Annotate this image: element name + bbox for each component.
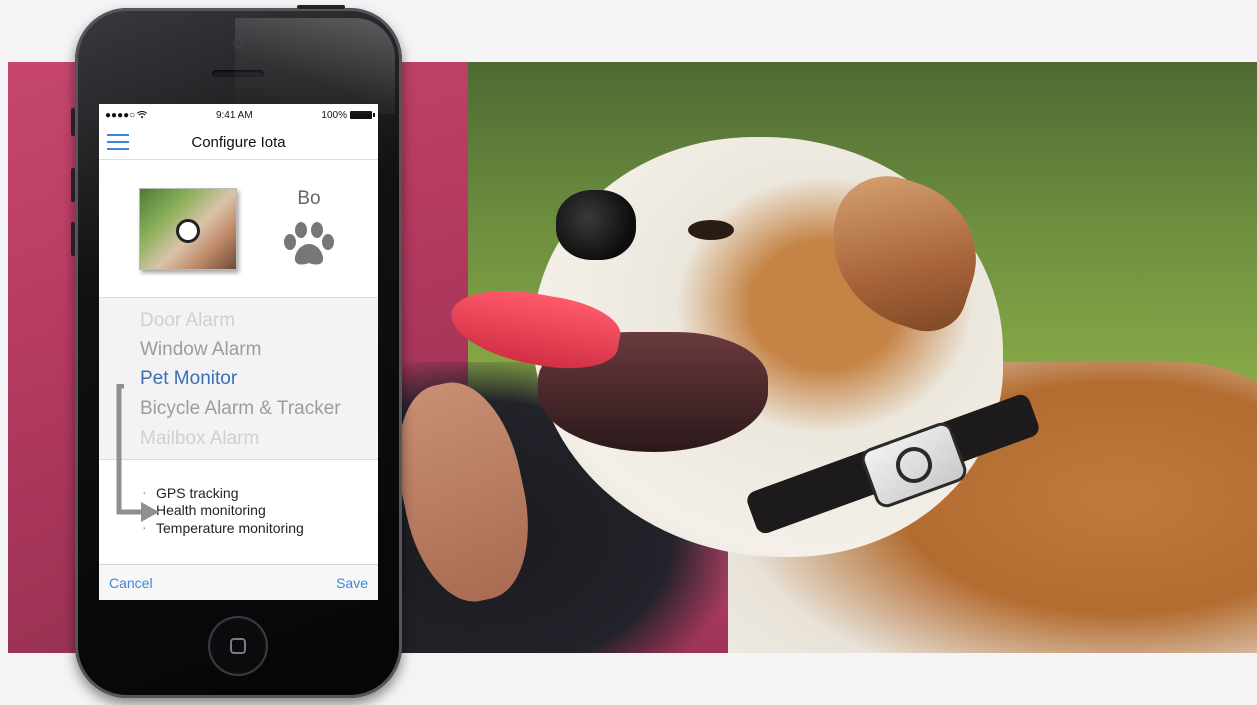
picker-item-bicycle-alarm[interactable]: Bicycle Alarm & Tracker <box>140 398 341 420</box>
pet-profile: Bo <box>99 160 378 298</box>
feature-list: · GPS tracking · Health monitoring · Temper… <box>99 460 378 562</box>
glass-reflection <box>235 18 395 114</box>
page-title: Configure Iota <box>191 134 286 151</box>
hamburger-menu-icon[interactable] <box>107 134 129 151</box>
power-button <box>297 5 345 9</box>
battery-percent: 100% <box>321 109 347 121</box>
status-bar: ●●●●○ 9:41 AM 100% <box>99 104 378 126</box>
status-time: 9:41 AM <box>215 109 253 121</box>
dog-eye <box>688 220 734 240</box>
picker-item-window-alarm[interactable]: Window Alarm <box>140 339 261 361</box>
cancel-button[interactable]: Cancel <box>109 575 153 591</box>
volume-down-button <box>71 222 75 256</box>
picker-item-mailbox-alarm[interactable]: Mailbox Alarm <box>140 428 259 450</box>
home-button[interactable] <box>208 616 268 676</box>
front-camera <box>233 38 243 48</box>
pet-name: Bo <box>297 188 321 209</box>
dog-nose <box>556 190 636 260</box>
picker-item-pet-monitor[interactable]: Pet Monitor <box>140 368 237 390</box>
feature-item: · GPS tracking <box>142 484 239 501</box>
iota-logo-icon <box>890 441 938 489</box>
device-mode-picker[interactable]: Door Alarm Window Alarm Pet Monitor Bicy… <box>99 298 378 460</box>
save-button[interactable]: Save <box>336 575 368 591</box>
feature-item: · Temperature monitoring <box>142 519 304 536</box>
volume-up-button <box>71 168 75 202</box>
picker-item-door-alarm[interactable]: Door Alarm <box>140 310 235 332</box>
pet-photo[interactable] <box>139 188 237 270</box>
nav-bar: Configure Iota <box>99 126 378 160</box>
wifi-icon <box>137 111 148 119</box>
paw-icon <box>284 222 334 265</box>
mute-switch <box>71 108 75 136</box>
app-screen: ●●●●○ 9:41 AM 100% Configure Iota Bo Doo… <box>99 104 378 600</box>
iphone-mockup: ●●●●○ 9:41 AM 100% Configure Iota Bo Doo… <box>71 5 402 698</box>
signal-dots: ●●●●○ <box>105 109 136 121</box>
earpiece-speaker <box>212 70 264 77</box>
feature-item: · Health monitoring <box>142 501 266 518</box>
bottom-toolbar: Cancel Save <box>99 564 378 600</box>
battery-icon <box>349 111 375 119</box>
